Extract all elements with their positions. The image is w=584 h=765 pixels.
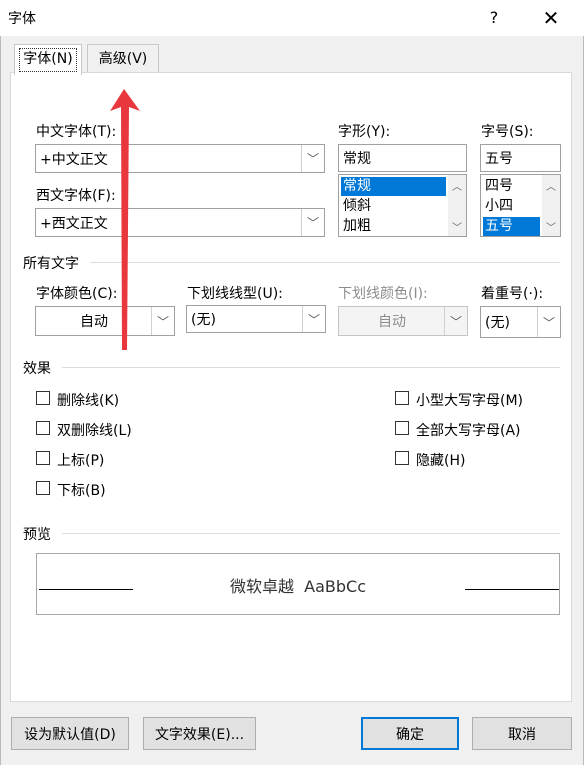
strikethrough-checkbox[interactable] — [36, 391, 50, 405]
underline-style-combo[interactable]: (无) ﹀ — [186, 305, 326, 333]
group-divider — [90, 262, 560, 263]
chevron-down-icon[interactable]: ﹀ — [302, 306, 325, 332]
underline-style-value: (无) — [191, 312, 216, 328]
set-default-button[interactable]: 设为默认值(D) — [11, 717, 129, 750]
superscript-label[interactable]: 上标(P) — [57, 450, 104, 470]
preview-sample-text: 微软卓越 AaBbCc — [229, 577, 367, 596]
chevron-down-icon[interactable]: ﹀ — [151, 307, 174, 335]
chinese-font-value: +中文正文 — [40, 151, 108, 168]
group-divider — [62, 367, 560, 368]
font-size-option[interactable]: 五号 — [483, 217, 540, 236]
font-style-option[interactable]: 倾斜 — [341, 197, 446, 216]
western-font-label: 西文字体(F): — [36, 188, 116, 204]
tab-advanced[interactable]: 高级(V) — [87, 44, 159, 74]
ok-button[interactable]: 确定 — [361, 717, 459, 750]
superscript-checkbox[interactable] — [36, 451, 50, 465]
subscript-checkbox[interactable] — [36, 481, 50, 495]
cancel-button[interactable]: 取消 — [472, 717, 572, 750]
all-text-group-label: 所有文字 — [23, 256, 79, 272]
font-size-input[interactable]: 五号 — [480, 144, 561, 172]
chevron-down-icon: ﹀ — [444, 307, 467, 335]
tab-advanced-label: 高级(V) — [98, 51, 148, 67]
double-strikethrough-checkbox[interactable] — [36, 421, 50, 435]
font-style-option[interactable]: 加粗 — [341, 217, 446, 236]
all-caps-label[interactable]: 全部大写字母(A) — [416, 420, 521, 440]
preview-box: 微软卓越 AaBbCc — [36, 553, 560, 615]
chevron-up-icon[interactable]: ︿ — [542, 178, 560, 193]
underline-color-label: 下划线颜色(I): — [338, 286, 428, 302]
annotation-arrow-icon — [110, 89, 140, 350]
hidden-label[interactable]: 隐藏(H) — [416, 450, 465, 470]
text-effects-button[interactable]: 文字效果(E)... — [143, 717, 256, 750]
chevron-down-icon[interactable]: ﹀ — [537, 307, 560, 337]
dialog-title: 字体 — [8, 11, 36, 27]
underline-style-label: 下划线线型(U): — [187, 286, 283, 302]
font-size-option[interactable]: 四号 — [483, 177, 540, 196]
small-caps-checkbox[interactable] — [395, 391, 409, 405]
western-font-combo[interactable]: +西文正文 ﹀ — [35, 208, 325, 237]
double-strikethrough-label[interactable]: 双删除线(L) — [57, 420, 132, 440]
chinese-font-combo[interactable]: +中文正文 ﹀ — [35, 144, 325, 173]
tab-font[interactable]: 字体(N) — [14, 44, 82, 75]
font-size-scrollbar[interactable]: ︿ ﹀ — [542, 175, 560, 236]
subscript-label[interactable]: 下标(B) — [57, 480, 106, 500]
western-font-value: +西文正文 — [40, 215, 108, 232]
help-button[interactable]: ? — [482, 6, 506, 30]
chevron-down-icon[interactable]: ﹀ — [542, 219, 560, 234]
chevron-up-icon[interactable]: ︿ — [448, 178, 466, 193]
font-size-label: 字号(S): — [481, 124, 534, 140]
chevron-down-icon[interactable]: ﹀ — [301, 145, 324, 172]
emphasis-mark-label: 着重号(·): — [481, 286, 544, 302]
emphasis-mark-value: (无) — [485, 315, 510, 331]
font-size-list[interactable]: 四号 小四 五号 ︿ ﹀ — [480, 174, 561, 237]
font-style-list[interactable]: 常规 倾斜 加粗 ︿ ﹀ — [338, 174, 467, 237]
chevron-down-icon[interactable]: ﹀ — [301, 209, 324, 236]
preview-group-label: 预览 — [23, 527, 51, 543]
strikethrough-label[interactable]: 删除线(K) — [57, 390, 119, 410]
all-caps-checkbox[interactable] — [395, 421, 409, 435]
hidden-checkbox[interactable] — [395, 451, 409, 465]
underline-color-combo: 自动 ﹀ — [338, 306, 468, 336]
small-caps-label[interactable]: 小型大写字母(M) — [416, 390, 523, 410]
font-style-input[interactable]: 常规 — [338, 144, 467, 172]
font-style-option[interactable]: 常规 — [341, 177, 446, 196]
underline-color-value: 自动 — [378, 314, 406, 330]
tab-focus-ring — [19, 48, 77, 72]
chevron-down-icon[interactable]: ﹀ — [448, 219, 466, 234]
font-style-label: 字形(Y): — [338, 124, 391, 140]
group-divider — [62, 533, 560, 534]
effects-group-label: 效果 — [23, 361, 51, 377]
font-style-scrollbar[interactable]: ︿ ﹀ — [448, 175, 466, 236]
font-size-option[interactable]: 小四 — [483, 197, 540, 216]
close-button[interactable]: ✕ — [536, 4, 566, 32]
emphasis-mark-combo[interactable]: (无) ﹀ — [480, 306, 561, 338]
